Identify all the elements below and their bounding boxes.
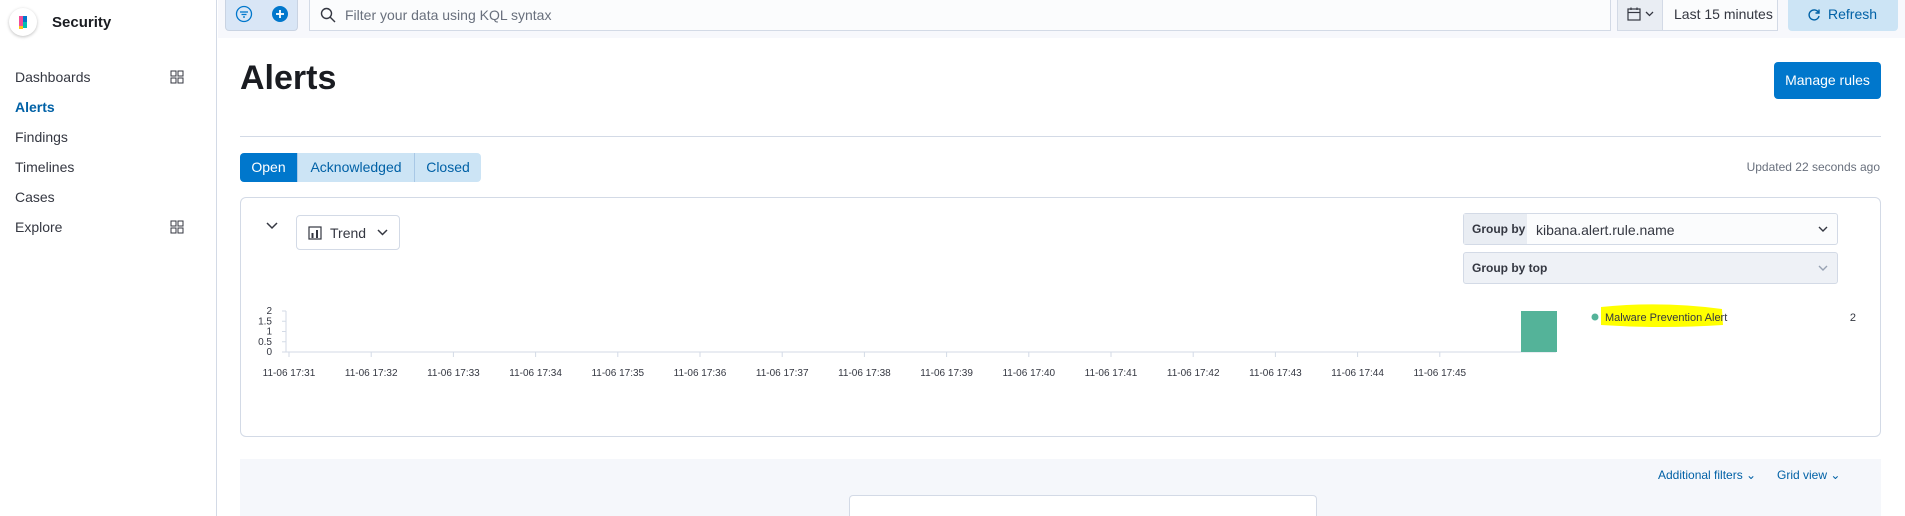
main-content: Last 15 minutes Refresh Alerts Manage ru…	[218, 0, 1905, 516]
x-tick-label: 11-06 17:32	[345, 368, 398, 379]
x-tick-label: 11-06 17:34	[509, 368, 562, 379]
additional-filters-label: Additional filters	[1658, 468, 1743, 482]
refresh-icon	[1808, 9, 1820, 21]
x-tick-label: 11-06 17:45	[1413, 368, 1466, 379]
date-picker[interactable]: Last 15 minutes	[1617, 0, 1778, 31]
chevron-down-icon	[1818, 226, 1828, 232]
trend-panel: Trend Group by kibana.alert.rule.name Gr…	[240, 197, 1881, 437]
query-button-group	[225, 0, 298, 31]
sidebar-item-explore[interactable]: Explore	[15, 219, 62, 235]
group-by-prepend: Group by	[1464, 214, 1527, 244]
bar-chart-icon	[308, 226, 322, 240]
chevron-down-icon	[377, 229, 388, 236]
tab-closed[interactable]: Closed	[414, 153, 481, 182]
sidebar-item-timelines[interactable]: Timelines	[15, 159, 74, 175]
x-tick-label: 11-06 17:33	[427, 368, 480, 379]
date-range-label[interactable]: Last 15 minutes	[1674, 6, 1773, 22]
x-tick-label: 11-06 17:40	[1002, 368, 1055, 379]
app-title: Security	[52, 14, 112, 31]
y-tick-label: 0	[266, 347, 272, 358]
y-tick-label: 2	[266, 306, 272, 317]
grid-view-label: Grid view	[1777, 468, 1828, 482]
add-filter-icon[interactable]	[271, 5, 289, 23]
x-tick-label: 11-06 17:44	[1331, 368, 1384, 379]
search-icon	[320, 7, 336, 23]
grid-view-button[interactable]: Grid view ⌄	[1777, 468, 1840, 482]
chevron-down-icon	[1818, 265, 1828, 271]
legend-label: Malware Prevention Alert	[1605, 312, 1727, 324]
refresh-button[interactable]: Refresh	[1788, 0, 1898, 31]
group-by-value[interactable]: kibana.alert.rule.name	[1536, 222, 1675, 238]
x-tick-label: 11-06 17:39	[920, 368, 973, 379]
x-tick-label: 11-06 17:43	[1249, 368, 1302, 379]
legend-value: 2	[1850, 312, 1856, 324]
chevron-down-icon[interactable]	[265, 219, 279, 233]
grid-icon[interactable]	[170, 220, 184, 234]
divider	[240, 136, 1881, 137]
chart-type-label: Trend	[330, 225, 367, 241]
x-tick-label: 11-06 17:42	[1167, 368, 1220, 379]
updated-timestamp: Updated 22 seconds ago	[1746, 160, 1880, 174]
calendar-icon	[1627, 7, 1641, 21]
kql-search-field[interactable]	[309, 0, 1611, 31]
alerts-table-container	[849, 495, 1317, 516]
x-tick-label: 11-06 17:35	[591, 368, 644, 379]
x-tick-label: 11-06 17:41	[1085, 368, 1138, 379]
tab-open[interactable]: Open	[240, 153, 297, 182]
tab-acknowledged[interactable]: Acknowledged	[297, 153, 414, 182]
legend-dot	[1591, 313, 1599, 321]
alerts-table-panel: Additional filters ⌄ Grid view ⌄	[240, 459, 1881, 516]
refresh-label: Refresh	[1828, 6, 1878, 22]
quick-menu-button[interactable]	[1618, 0, 1663, 30]
x-tick-label: 11-06 17:36	[674, 368, 727, 379]
chevron-down-icon	[1645, 11, 1654, 17]
chart-type-select[interactable]: Trend	[296, 215, 400, 250]
group-by-top-select[interactable]: Group by top	[1463, 252, 1838, 284]
sidebar-nav: Security Dashboards Alerts Findings Time…	[0, 0, 217, 516]
x-tick-label: 11-06 17:37	[756, 368, 809, 379]
manage-rules-button[interactable]: Manage rules	[1774, 62, 1881, 99]
sidebar-item-findings[interactable]: Findings	[15, 129, 68, 145]
x-tick-label: 11-06 17:38	[838, 368, 891, 379]
additional-filters-button[interactable]: Additional filters ⌄	[1658, 468, 1756, 482]
page-title: Alerts	[240, 59, 337, 97]
chart-bar	[1521, 311, 1557, 352]
y-tick-label: 1	[266, 327, 272, 338]
sidebar-item-dashboards[interactable]: Dashboards	[15, 69, 91, 85]
query-bar: Last 15 minutes Refresh	[218, 0, 1905, 38]
grid-icon[interactable]	[170, 70, 184, 84]
sidebar-item-alerts[interactable]: Alerts	[15, 99, 55, 115]
y-tick-label: 1.5	[258, 316, 272, 327]
x-tick-label: 11-06 17:31	[263, 368, 316, 379]
alerts-trend-chart: 00.511.5211-06 17:31 11-06 17:32 11-06 17:…	[258, 304, 1856, 379]
search-input[interactable]	[345, 6, 1545, 24]
group-by-top-label: Group by top	[1472, 261, 1548, 275]
sidebar-item-cases[interactable]: Cases	[15, 189, 55, 205]
y-tick-label: 0.5	[258, 337, 272, 348]
filter-menu-icon[interactable]	[235, 5, 253, 23]
group-by-select[interactable]: Group by kibana.alert.rule.name	[1463, 213, 1838, 245]
security-logo-icon[interactable]	[9, 8, 37, 36]
